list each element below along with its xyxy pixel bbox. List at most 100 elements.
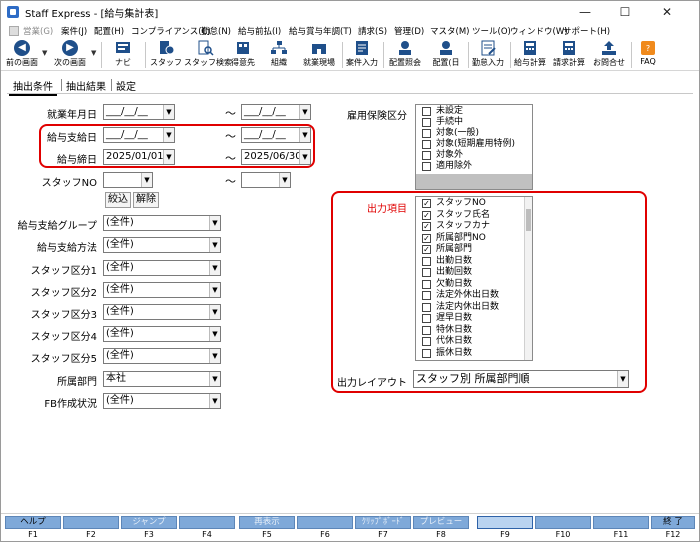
menu-seikyu[interactable]: 請求(S)	[358, 25, 387, 37]
chevron-down-icon[interactable]: ▼	[141, 173, 152, 187]
close-date-to[interactable]: 2025/06/30 ▼	[241, 149, 311, 165]
checkbox[interactable]	[422, 348, 431, 358]
chevron-down-icon[interactable]: ▼	[209, 394, 220, 408]
inquiry-button[interactable]: お問合せ	[590, 39, 628, 71]
menu-eigyo[interactable]: 営業(G)	[23, 25, 53, 37]
checkbox[interactable]	[422, 314, 431, 323]
scroll-thumb[interactable]	[526, 209, 531, 231]
checkbox-checked[interactable]: ✓	[422, 222, 431, 231]
chevron-down-icon[interactable]: ▼	[299, 105, 310, 119]
maximize-button[interactable]: ☐	[605, 1, 645, 23]
f12-exit-button[interactable]: 終 了	[651, 516, 695, 529]
list-item[interactable]: 出勤日数	[416, 256, 524, 267]
checkbox-checked[interactable]: ✓	[422, 199, 431, 208]
checkbox-checked[interactable]: ✓	[422, 233, 431, 243]
pay-date-from[interactable]: ___/__/__ ▼	[103, 127, 175, 143]
staff-button[interactable]: スタッフ	[148, 39, 184, 71]
close-button[interactable]: ✕	[647, 1, 687, 23]
case-input-button[interactable]: 案件入力	[344, 39, 380, 71]
staff-search-button[interactable]: スタッフ検索	[184, 39, 232, 71]
close-date-from[interactable]: 2025/01/01 ▼	[103, 149, 175, 165]
filter-button[interactable]: 絞込	[105, 192, 131, 208]
list-item[interactable]: 代休日数	[416, 336, 524, 347]
next-screen-button[interactable]: ▶ 次の画面	[50, 39, 90, 71]
chevron-down-icon[interactable]: ▼	[209, 372, 220, 386]
menu-kanri[interactable]: 管理(D)	[394, 25, 424, 37]
staff-kbn4-select[interactable]: (全件) ▼	[103, 326, 221, 342]
chevron-down-icon[interactable]: ▼	[163, 128, 174, 142]
f4-button[interactable]	[179, 516, 235, 529]
next-dropdown-icon[interactable]: ▼	[91, 49, 96, 57]
list-item[interactable]: 出勤回数	[416, 267, 524, 278]
checkbox[interactable]	[422, 256, 431, 266]
chevron-down-icon[interactable]: ▼	[209, 238, 220, 252]
menu-window[interactable]: ウィンドウ(W)	[510, 25, 568, 37]
list-item[interactable]: 対象(短期雇用特例)	[416, 139, 532, 150]
checkbox[interactable]	[422, 140, 431, 149]
list-item[interactable]: ✓ スタッフNO	[416, 198, 524, 209]
list-item[interactable]: 法定内休出日数	[416, 302, 524, 313]
menu-haichi[interactable]: 配置(H)	[94, 25, 124, 37]
menu-tools[interactable]: ツール(O)	[472, 25, 511, 37]
f5-refresh-button[interactable]: 再表示	[239, 516, 295, 529]
staff-no-from[interactable]: ▼	[103, 172, 153, 188]
list-item[interactable]: 適用除外	[416, 161, 532, 172]
staff-kbn1-select[interactable]: (全件) ▼	[103, 260, 221, 276]
list-item[interactable]: ✓ スタッフカナ	[416, 221, 524, 232]
org-button[interactable]: 組織	[263, 39, 295, 71]
f2-button[interactable]	[63, 516, 119, 529]
salary-calc-button[interactable]: 給与計算	[511, 39, 549, 71]
staff-kbn3-select[interactable]: (全件) ▼	[103, 304, 221, 320]
checkbox[interactable]	[422, 268, 431, 277]
menu-master[interactable]: マスタ(M)	[430, 25, 469, 37]
minimize-button[interactable]: —	[565, 1, 605, 23]
f10-button[interactable]	[535, 516, 591, 529]
attendance-input-button[interactable]: 勤怠入力	[469, 39, 507, 71]
chevron-down-icon[interactable]: ▼	[209, 305, 220, 319]
list-item[interactable]: 遅早日数	[416, 313, 524, 324]
tab-extract-results[interactable]: 抽出結果	[62, 77, 110, 94]
output-scrollbar[interactable]	[524, 197, 532, 360]
list-item[interactable]: ✓ 所属部門NO	[416, 233, 524, 244]
staff-no-to[interactable]: ▼	[241, 172, 291, 188]
list-item[interactable]: 振休日数	[416, 348, 524, 359]
clear-button[interactable]: 解除	[133, 192, 159, 208]
f9-button[interactable]	[477, 516, 533, 529]
billing-calc-button[interactable]: 請求計算	[550, 39, 588, 71]
site-button[interactable]: 就業現場	[299, 39, 339, 71]
checkbox-checked[interactable]: ✓	[422, 245, 431, 254]
menu-anken[interactable]: 案件(J)	[61, 25, 87, 37]
prev-screen-button[interactable]: ◀ 前の画面	[3, 39, 41, 71]
chevron-down-icon[interactable]: ▼	[279, 173, 290, 187]
f3-jump-button[interactable]: ジャンプ	[121, 516, 177, 529]
chevron-down-icon[interactable]: ▼	[299, 128, 310, 142]
menu-compliance[interactable]: コンプライアンス(C)	[131, 25, 211, 37]
chevron-down-icon[interactable]: ▼	[209, 261, 220, 275]
output-layout-select[interactable]: スタッフ別 所属部門順 ▼	[413, 370, 629, 388]
assign-day-button[interactable]: 配置(日	[427, 39, 465, 71]
employment-date-from[interactable]: ___/__/__ ▼	[103, 104, 175, 120]
chevron-down-icon[interactable]: ▼	[209, 216, 220, 230]
list-item[interactable]: 対象外	[416, 150, 532, 161]
payment-method-select[interactable]: (全件) ▼	[103, 237, 221, 253]
chevron-down-icon[interactable]: ▼	[299, 150, 310, 164]
list-item[interactable]: 手続中	[416, 117, 532, 128]
chevron-down-icon[interactable]: ▼	[617, 371, 628, 387]
pay-date-to[interactable]: ___/__/__ ▼	[241, 127, 311, 143]
tab-settings[interactable]: 設定	[112, 77, 140, 94]
checkbox[interactable]	[422, 129, 431, 138]
checkbox-checked[interactable]: ✓	[422, 210, 431, 220]
list-item[interactable]: 欠勤日数	[416, 279, 524, 290]
f8-preview-button[interactable]: プレビュー	[413, 516, 469, 529]
checkbox[interactable]	[422, 325, 431, 335]
output-items-listbox[interactable]: ✓ スタッフNO ✓ スタッフ氏名 ✓ スタッフカナ ✓ 所属部門NO ✓ 所属部門 出勤…	[415, 196, 533, 361]
list-item[interactable]: 特休日数	[416, 325, 524, 336]
menu-kintai[interactable]: 勤怠(N)	[201, 25, 231, 37]
dept-select[interactable]: 本社 ▼	[103, 371, 221, 387]
checkbox[interactable]	[422, 279, 431, 289]
navi-button[interactable]: ナビ	[105, 39, 141, 71]
chevron-down-icon[interactable]: ▼	[163, 105, 174, 119]
menu-support[interactable]: サポート(H)	[563, 25, 610, 37]
salary-group-select[interactable]: (全件) ▼	[103, 215, 221, 231]
menu-salary-advance[interactable]: 給与前払(I)	[238, 25, 281, 37]
